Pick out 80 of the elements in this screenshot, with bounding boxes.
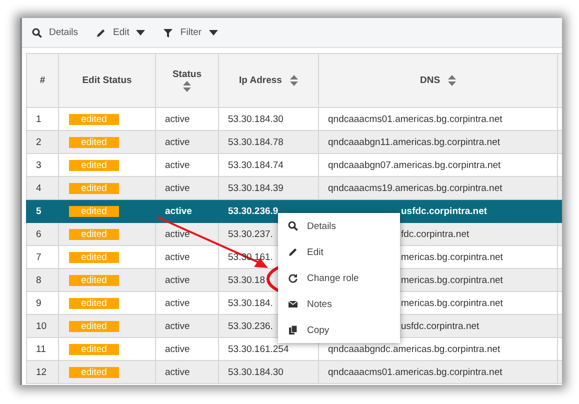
filter-icon bbox=[163, 28, 174, 38]
edit-status-badge: edited bbox=[69, 114, 119, 124]
table-cell: active bbox=[165, 252, 190, 262]
table-cell: 12 bbox=[36, 366, 47, 378]
table-cell: 6 bbox=[36, 228, 42, 240]
table-cell: active bbox=[165, 182, 190, 194]
table-cell: 5 bbox=[36, 206, 42, 216]
table-row[interactable]: 12 edited active 53.30.184.30 qndcaaacms01.americas.bg.corpintra.net bbox=[26, 360, 562, 384]
table-cell: active bbox=[165, 320, 190, 332]
search-icon bbox=[32, 28, 42, 38]
edit-status-badge: edited bbox=[69, 298, 119, 308]
table-cell: 4 bbox=[36, 182, 42, 194]
table-cell: 2 bbox=[36, 136, 42, 148]
menu-item[interactable]: Edit bbox=[278, 239, 400, 265]
table-cell: 9 bbox=[36, 298, 42, 308]
table-cell: mericas.bg.corpintra.net bbox=[401, 298, 503, 308]
table-cell: 7 bbox=[36, 252, 42, 262]
menu-item[interactable]: Change role bbox=[278, 265, 400, 291]
column-header[interactable]: DNS bbox=[318, 54, 558, 108]
edit-status-badge: edited bbox=[69, 274, 119, 286]
toolbar-button[interactable]: Details bbox=[32, 27, 78, 38]
edit-status-badge: edited bbox=[69, 160, 119, 170]
table-row[interactable]: 2 edited active 53.30.184.78 qndcaaabgn11.americas.bg.corpintra.net bbox=[26, 130, 562, 154]
table-cell: 3 bbox=[36, 160, 42, 170]
table-cell: active bbox=[165, 136, 190, 148]
table-cell: active bbox=[165, 228, 190, 240]
table-cell: qndcaaacms01.americas.bg.corpintra.net bbox=[328, 366, 502, 378]
pencil-icon bbox=[96, 28, 106, 38]
edit-status-badge: edited bbox=[69, 228, 119, 240]
table-cell: 53.30.184.30 bbox=[228, 366, 284, 378]
edit-status-badge: edited bbox=[69, 206, 119, 216]
table-cell: active bbox=[165, 274, 190, 286]
search-icon bbox=[288, 221, 298, 231]
envelope-icon bbox=[288, 299, 298, 309]
table-cell: 53.30.18 bbox=[228, 274, 265, 286]
table-cell: 53.30.161.254 bbox=[228, 344, 289, 354]
table-cell: 11 bbox=[36, 344, 46, 354]
edit-status-badge: edited bbox=[69, 252, 119, 262]
table-cell: active bbox=[165, 298, 190, 308]
column-header[interactable]: Edit Status bbox=[58, 54, 156, 108]
table-cell: mericas.bg.corpintra.net bbox=[401, 252, 503, 262]
table-cell: 53.30.236. bbox=[228, 320, 273, 332]
column-header[interactable]: Ip Adress bbox=[218, 54, 318, 108]
table-cell: 10 bbox=[36, 320, 47, 332]
table-cell: 53.30.236.9 bbox=[228, 206, 278, 216]
table-row[interactable]: 4 edited active 53.30.184.39 qndcaaacms19.americas.bg.corpintra.net bbox=[26, 176, 562, 200]
table-cell: qndcaaacms01.americas.bg.corpintra.net bbox=[328, 114, 502, 124]
table-cell: mericas.bg.corpintra.net bbox=[401, 274, 503, 286]
table-cell: active bbox=[165, 160, 190, 170]
table-cell: active bbox=[165, 366, 190, 378]
edit-status-badge: edited bbox=[69, 136, 119, 148]
table-cell: qndcaaabgn07.americas.bg.corpintra.net bbox=[328, 160, 501, 170]
table-cell: 53.30.184.78 bbox=[228, 136, 284, 148]
edit-status-badge: edited bbox=[69, 366, 119, 378]
edit-status-badge: edited bbox=[69, 182, 119, 194]
table-cell: usfdc.corpintra.net bbox=[401, 320, 480, 332]
toolbar-button[interactable]: Filter bbox=[163, 27, 218, 38]
table-cell: qndcaaacms19.americas.bg.corpintra.net bbox=[328, 182, 502, 194]
table-cell: active bbox=[165, 114, 190, 124]
table-cell: 53.30.184.39 bbox=[228, 182, 284, 194]
edit-status-badge: edited bbox=[69, 344, 119, 354]
table-cell: active bbox=[165, 344, 190, 354]
toolbar-button[interactable]: Edit bbox=[96, 27, 146, 38]
table-cell: usfdc.corpintra.net bbox=[401, 206, 488, 216]
table-cell: 53.30.184.74 bbox=[228, 160, 284, 170]
table-cell: 1 bbox=[36, 114, 42, 124]
table-cell: 53.30.184.30 bbox=[228, 114, 284, 124]
edit-status-badge: edited bbox=[69, 320, 119, 332]
refresh-icon bbox=[288, 273, 298, 283]
table-cell: 53.30.237. bbox=[228, 228, 273, 240]
table-cell: active bbox=[165, 206, 192, 216]
menu-item[interactable]: Notes bbox=[278, 291, 400, 317]
table-cell: fdc.corpintra.net bbox=[401, 228, 470, 240]
table-cell: qndcaaabgndc.americas.bg.corpintra.net bbox=[328, 344, 500, 354]
column-header[interactable]: # bbox=[26, 54, 58, 108]
table-cell: 53.30.184. bbox=[228, 298, 273, 308]
table-cell: 8 bbox=[36, 274, 42, 286]
column-header[interactable]: Status bbox=[156, 54, 218, 108]
copy-icon bbox=[288, 325, 298, 335]
table-cell: qndcaaabgn11.americas.bg.corpintra.net bbox=[328, 136, 500, 148]
